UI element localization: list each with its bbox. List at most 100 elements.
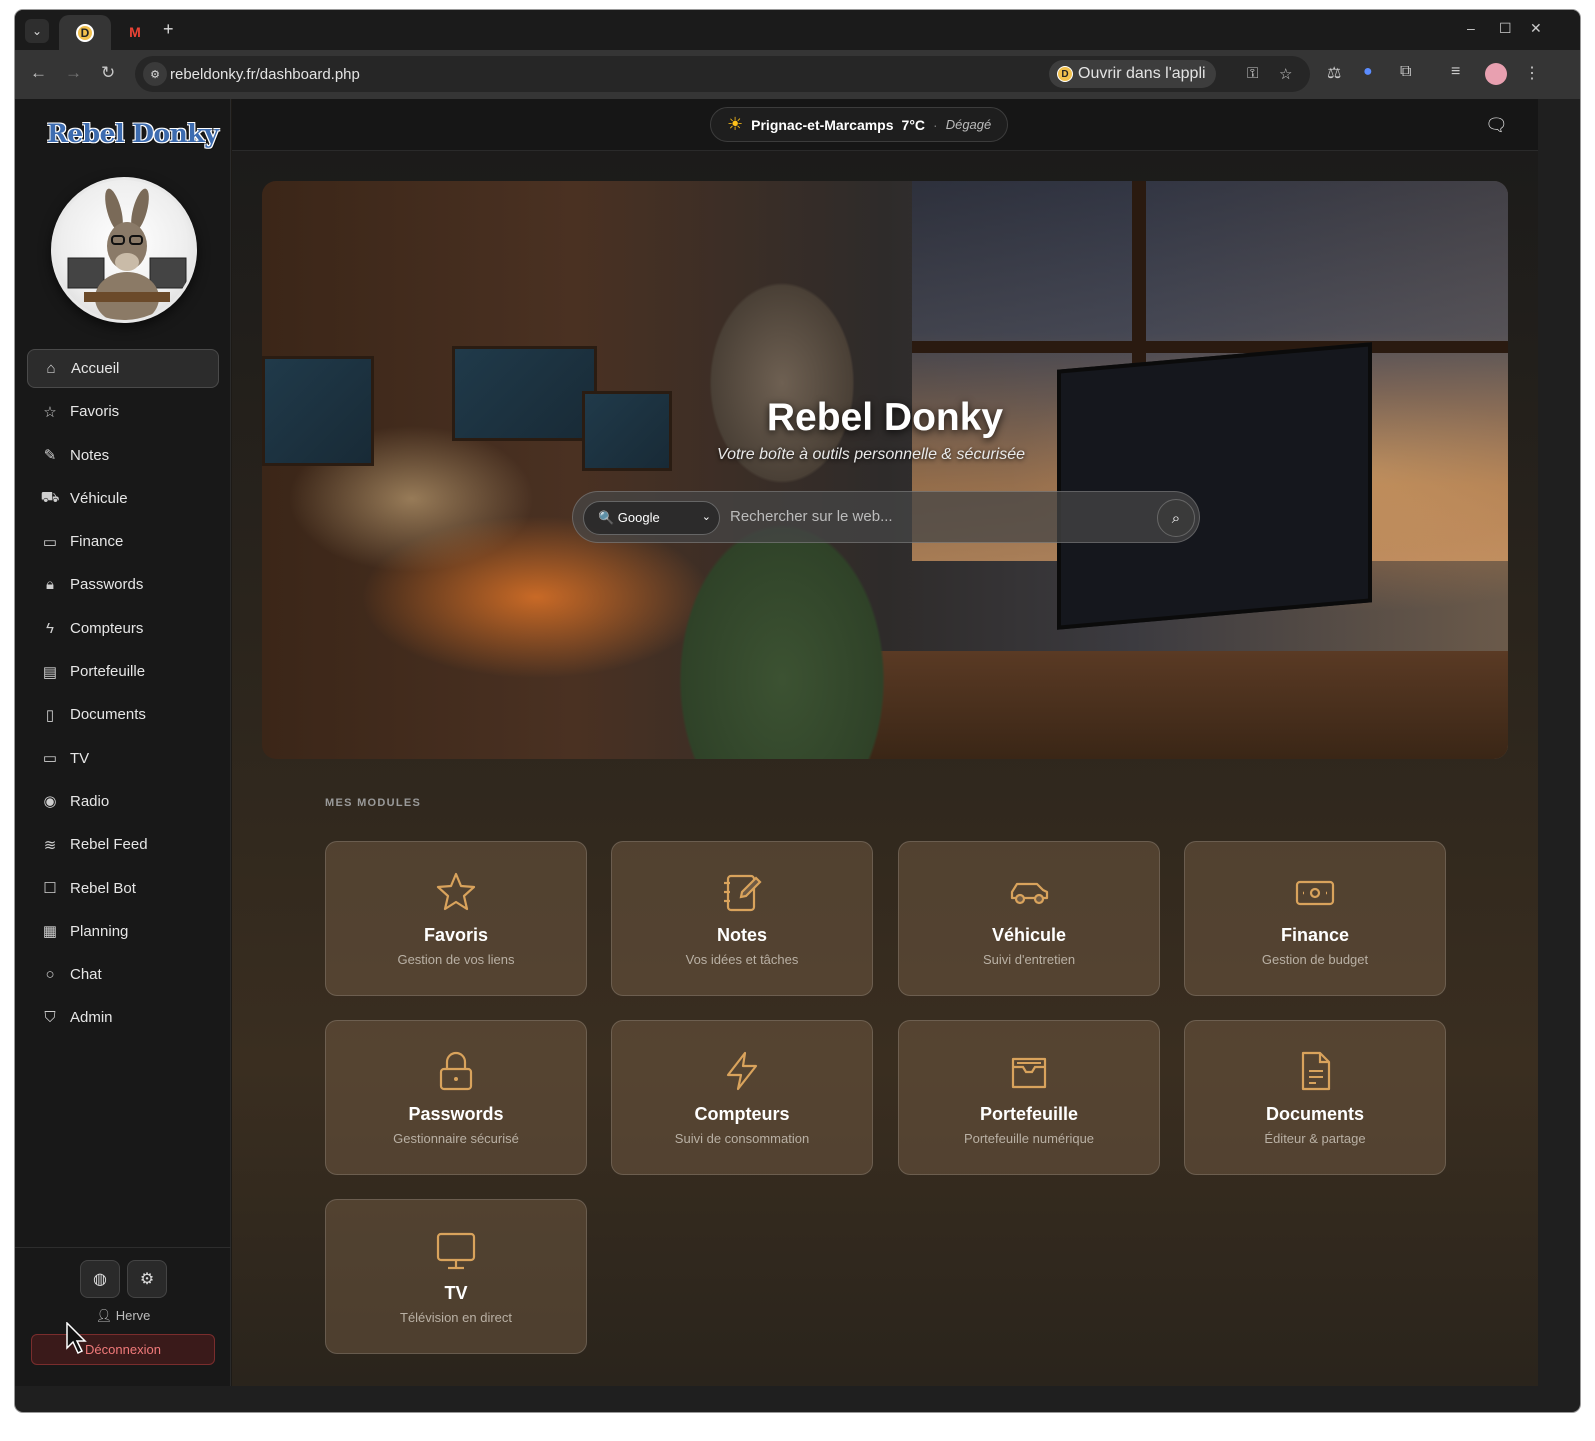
search-button[interactable]: ⌕ [1157, 499, 1195, 537]
module-card-portefeuille[interactable]: Portefeuille Portefeuille numérique [898, 1020, 1160, 1175]
car-icon: ⛟ [40, 488, 60, 506]
sidebar-footer: ◍ ⚙ 👤︎ Herve Déconnexion [15, 1247, 231, 1386]
chat-message-icon[interactable]: 🗨︎ [1485, 115, 1508, 136]
sidebar-item-label: Favoris [70, 403, 120, 421]
module-card-notes[interactable]: Notes Vos idées et tâches [611, 841, 873, 996]
weather-city: Prignac-et-Marcamps [751, 116, 894, 133]
sidebar-item-notes[interactable]: ✎ Notes [27, 436, 219, 475]
key-icon[interactable]: ⚿ [1247, 65, 1258, 82]
banknote-icon [1185, 870, 1445, 914]
weather-temperature: 7°C [901, 116, 926, 133]
profile-avatar[interactable] [1485, 63, 1507, 85]
hero-monitor-illustration [1057, 342, 1372, 630]
tab-gmail[interactable]: M [123, 20, 147, 44]
hero-banner: Rebel Donky Votre boîte à outils personn… [262, 181, 1508, 759]
tab-strip: ⌄ D M + – ☐ ✕ [15, 10, 1580, 50]
site-logo[interactable]: Rebel Donky [47, 119, 219, 148]
module-card-favoris[interactable]: Favoris Gestion de vos liens [325, 841, 587, 996]
sidebar-item-chat[interactable]: ○ Chat [27, 955, 219, 994]
tab-rebel-donky[interactable]: D [59, 15, 111, 50]
forward-icon[interactable]: → [65, 63, 82, 83]
open-in-app-button[interactable]: D Ouvrir dans l'appli [1049, 60, 1216, 88]
tab-search-dropdown-icon[interactable]: ⌄ [25, 19, 49, 43]
settings-sliders-button[interactable]: ⚙ [127, 1260, 167, 1298]
close-icon[interactable]: ✕ [1530, 20, 1542, 37]
sidebar-item-label: Véhicule [70, 489, 128, 507]
module-card-vehicule[interactable]: Véhicule Suivi d'entretien [898, 841, 1160, 996]
zap-icon: ϟ [46, 619, 54, 637]
sidebar-item-admin[interactable]: ⛉ Admin [27, 998, 219, 1037]
back-icon[interactable]: ← [30, 63, 47, 83]
site-settings-icon[interactable]: ⚙ [143, 62, 167, 86]
browser-toolbar: ← → ↻ ⚙ rebeldonky.fr/dashboard.php D Ou… [15, 50, 1580, 99]
theme-palette-button[interactable]: ◍ [80, 1260, 120, 1298]
modules-section-title: MES MODULES [325, 797, 422, 809]
donkey-avatar-illustration [67, 188, 187, 320]
module-card-title: TV [444, 1283, 468, 1303]
sidebar-item-rebel-feed[interactable]: ≋ Rebel Feed [27, 825, 219, 864]
minimize-icon[interactable]: – [1467, 20, 1475, 36]
module-card-title: Portefeuille [979, 1104, 1079, 1124]
module-card-title: Compteurs [694, 1104, 790, 1124]
file-text-icon [1185, 1049, 1445, 1093]
module-card-tv[interactable]: TV Télévision en direct [325, 1199, 587, 1354]
lock-icon [326, 1049, 586, 1093]
logout-button[interactable]: Déconnexion [31, 1334, 215, 1365]
hero-subtitle: Votre boîte à outils personnelle & sécur… [716, 446, 1026, 463]
bookmark-star-icon[interactable]: ☆ [1279, 65, 1292, 83]
sidebar-item-favoris[interactable]: ☆ Favoris [27, 392, 219, 431]
weather-widget[interactable]: ☀ Prignac-et-Marcamps 7°C · Dégagé [710, 107, 1009, 142]
sidebar-item-finance[interactable]: ▭ Finance [27, 522, 219, 561]
extension-circle-icon[interactable]: ● [1363, 63, 1373, 81]
banknote-icon: ▭ [42, 533, 58, 551]
new-tab-button[interactable]: + [163, 19, 174, 40]
sidebar-item-label: Passwords [70, 576, 144, 594]
sidebar-item-passwords[interactable]: 🔒︎ Passwords [27, 565, 219, 604]
sidebar-item-compteurs[interactable]: ϟ Compteurs [27, 609, 219, 648]
user-icon: 👤︎ [95, 1308, 113, 1323]
media-control-icon[interactable]: ≡ [1451, 63, 1460, 81]
module-card-subtitle: Suivi de consommation [674, 1131, 810, 1146]
message-circle-icon: ○ [45, 966, 55, 984]
notebook-pen-icon [612, 870, 872, 914]
module-card-title: Documents [1265, 1104, 1364, 1124]
module-card-title: Passwords [408, 1104, 504, 1124]
sidebar-item-label: Accueil [71, 360, 120, 377]
palette-icon: ◍ [93, 1271, 107, 1288]
search-input[interactable]: Rechercher sur le web... [730, 508, 893, 525]
sidebar-item-planning[interactable]: ▦ Planning [27, 912, 219, 951]
sidebar-item-documents[interactable]: ▯ Documents [27, 695, 219, 734]
translate-icon[interactable]: ⚖ [1327, 63, 1341, 83]
hero-window-frame [912, 341, 1508, 353]
sidebar-item-portefeuille[interactable]: ▤ Portefeuille [27, 652, 219, 691]
module-card-subtitle: Portefeuille numérique [963, 1131, 1095, 1146]
module-card-passwords[interactable]: Passwords Gestionnaire sécurisé [325, 1020, 587, 1175]
search-engine-select[interactable]: 🔍 Google ⌄ [583, 501, 720, 535]
user-name: Herve [115, 1308, 151, 1323]
file-text-icon: ▯ [45, 706, 55, 724]
web-page: Rebel Donky ⌂ Accueil ☆ Favoris ✎ Notes ⛟ Véhic… [15, 99, 1538, 1386]
hero-donkey-illustration [652, 221, 912, 759]
avatar [51, 177, 197, 323]
sidebar-item-accueil[interactable]: ⌂ Accueil [27, 349, 219, 388]
module-card-title: Notes [716, 925, 767, 945]
sidebar-item-tv[interactable]: ▭ TV [27, 739, 219, 778]
sidebar-item-label: Documents [70, 706, 146, 724]
sidebar-item-label: Compteurs [70, 619, 144, 637]
maximize-icon[interactable]: ☐ [1499, 20, 1512, 37]
url-text[interactable]: rebeldonky.fr/dashboard.php [170, 66, 360, 83]
extensions-puzzle-icon[interactable]: ⧉ [1400, 63, 1411, 81]
module-card-compteurs[interactable]: Compteurs Suivi de consommation [611, 1020, 873, 1175]
module-card-finance[interactable]: Finance Gestion de budget [1184, 841, 1446, 996]
module-card-title: Véhicule [991, 925, 1067, 945]
weather-condition: Dégagé [945, 117, 992, 132]
weather-separator: · [933, 116, 938, 133]
sidebar-item-rebel-bot[interactable]: ☐ Rebel Bot [27, 869, 219, 908]
reload-icon[interactable]: ↻ [101, 63, 115, 83]
sidebar-item-radio[interactable]: ◉ Radio [27, 782, 219, 821]
main-content: ☀ Prignac-et-Marcamps 7°C · Dégagé 🗨︎ Re… [232, 99, 1538, 1386]
module-card-documents[interactable]: Documents Éditeur & partage [1184, 1020, 1446, 1175]
sidebar-item-v-hicule[interactable]: ⛟ Véhicule [27, 479, 219, 518]
menu-kebab-icon[interactable]: ⋮ [1524, 63, 1540, 83]
address-bar[interactable]: ⚙ rebeldonky.fr/dashboard.php D Ouvrir d… [135, 56, 1310, 92]
